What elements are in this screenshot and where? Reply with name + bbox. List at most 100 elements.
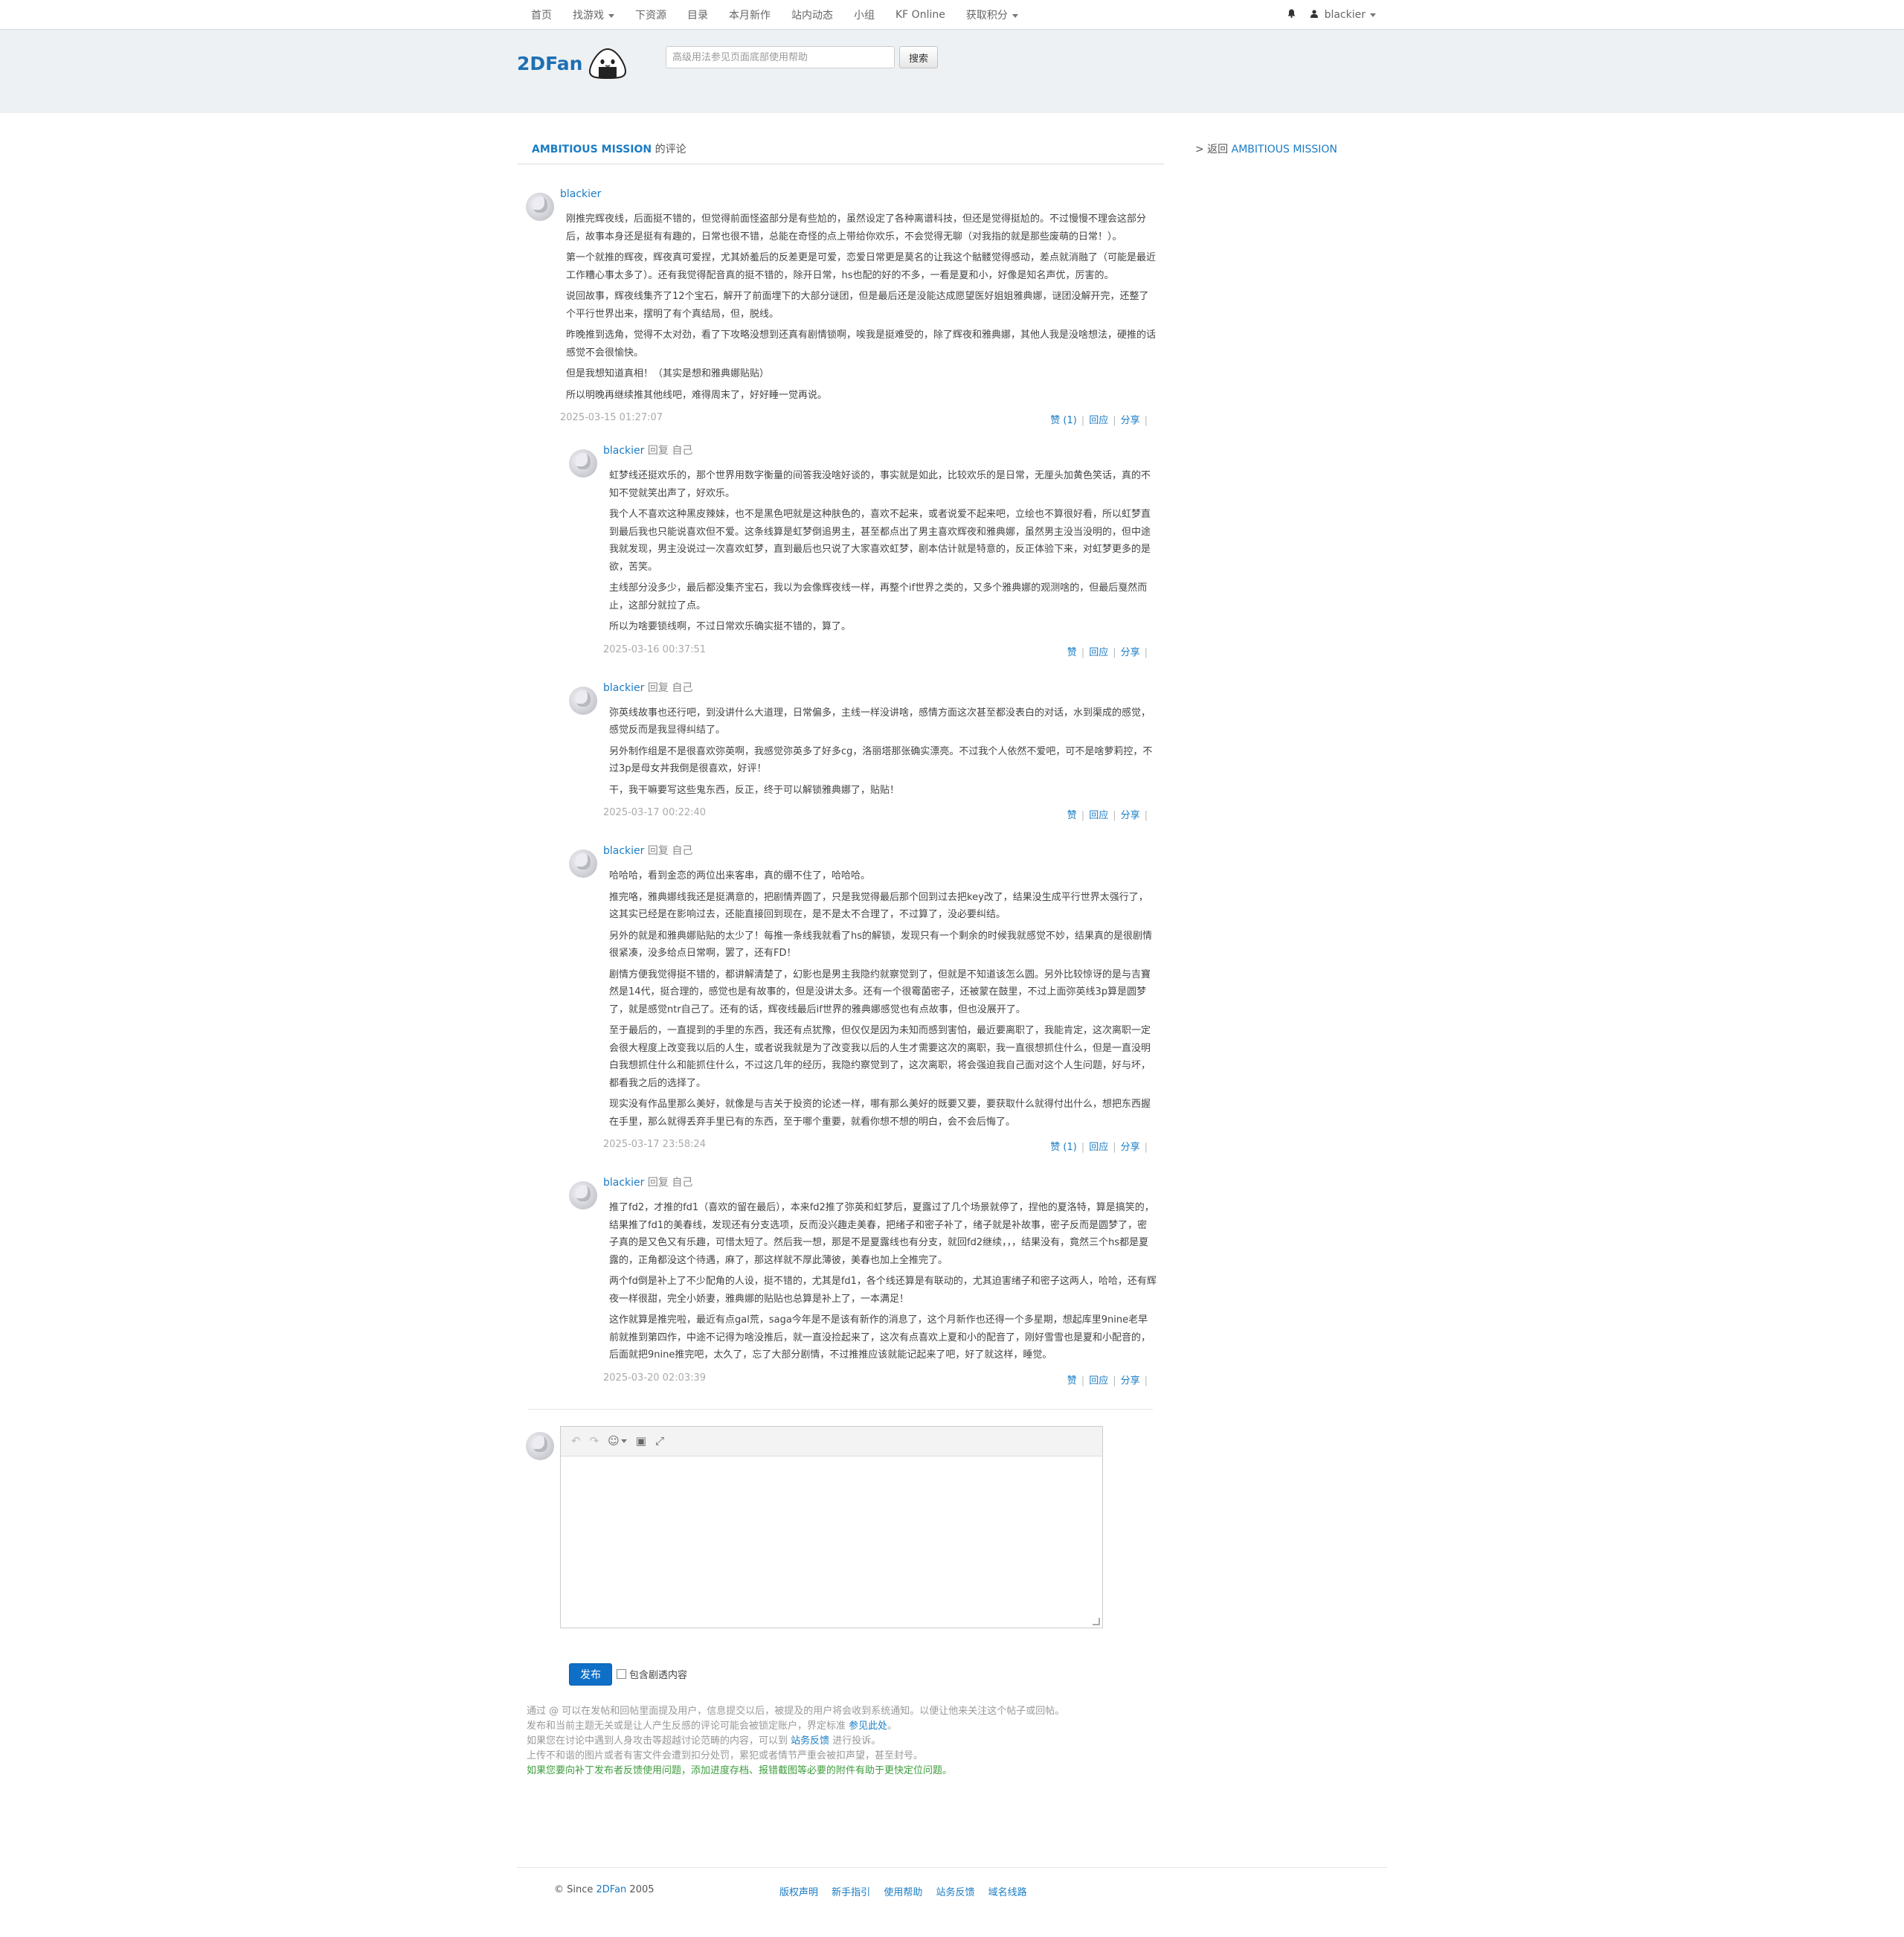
spoiler-checkbox[interactable] xyxy=(617,1669,626,1679)
comment-paragraph: 干，我干嘛要写这些鬼东西，反正，终于可以解锁雅典娜了，贴贴！ xyxy=(609,784,900,796)
nav-item-find-games[interactable]: 找游戏 xyxy=(562,7,625,22)
nav-item-label: 找游戏 xyxy=(573,10,604,22)
footer-link-feedback[interactable]: 站务反馈 xyxy=(936,1887,974,1898)
comment-paragraph: 推了fd2，才推的fd1（喜欢的留在最后），本来fd2推了弥英和虹梦后，夏露过了… xyxy=(609,1202,1154,1266)
home-link[interactable]: 2DFan xyxy=(596,1884,627,1895)
nav-item-downloads[interactable]: 下资源 xyxy=(625,7,677,22)
search-input[interactable] xyxy=(666,46,895,68)
footer-link-domains[interactable]: 域名线路 xyxy=(988,1887,1027,1898)
separator: | xyxy=(1113,810,1116,821)
rules-link[interactable]: 参见此处 xyxy=(849,1721,887,1732)
nav-item-home[interactable]: 首页 xyxy=(521,7,562,22)
search-button[interactable]: 搜索 xyxy=(899,46,939,68)
share-button[interactable]: 分享 xyxy=(1121,1142,1140,1153)
caret-down-icon xyxy=(620,1439,627,1443)
comment-time: 2025-03-17 00:22:40 xyxy=(603,807,707,818)
author-name[interactable]: blackier xyxy=(603,1177,644,1189)
comment-actions: 赞 | 回应 | 分享 | xyxy=(1067,644,1152,658)
share-button[interactable]: 分享 xyxy=(1121,647,1140,658)
like-button[interactable]: 赞 (1) xyxy=(1050,415,1077,426)
comment-paragraph: 虹梦线还挺欢乐的，那个世界用数字衡量的间答我没啥好谈的，事实就是如此，比较欢乐的… xyxy=(609,470,1151,499)
comment-editor: ↶ ↷ ☺ ▣ ⤢ xyxy=(560,1425,1103,1628)
avatar[interactable] xyxy=(569,686,597,715)
avatar[interactable] xyxy=(569,1181,597,1210)
site-logo[interactable]: 2DFan xyxy=(517,48,627,79)
nav-item-site-activity[interactable]: 站内动态 xyxy=(781,7,843,22)
footer-link-newbie-guide[interactable]: 新手指引 xyxy=(832,1887,870,1898)
avatar[interactable] xyxy=(569,449,597,478)
comment-meta: 2025-03-17 00:22:40 赞 | 回应 | 分享 | xyxy=(603,804,1164,826)
comment-time: 2025-03-16 00:37:51 xyxy=(603,643,707,655)
like-button[interactable]: 赞 xyxy=(1067,647,1077,658)
caret-down-icon xyxy=(1370,13,1376,17)
reply-button[interactable]: 回应 xyxy=(1089,1142,1108,1153)
nav-menu: 首页 找游戏 下资源 目录 本月新作 站内动态 小组 KF Online 获取积… xyxy=(521,0,1383,30)
like-button[interactable]: 赞 xyxy=(1067,1375,1077,1387)
share-button[interactable]: 分享 xyxy=(1121,415,1140,426)
reply-comment: blackier 回复 自己 推了fd2，才推的fd1（喜欢的留在最后），本来f… xyxy=(560,1175,1164,1392)
share-button[interactable]: 分享 xyxy=(1121,1375,1140,1387)
undo-icon[interactable]: ↶ xyxy=(571,1434,581,1448)
separator: | xyxy=(1081,810,1085,821)
reply-button[interactable]: 回应 xyxy=(1089,810,1108,821)
game-title-link[interactable]: AMBITIOUS MISSION xyxy=(532,144,652,155)
replies-list: blackier 回复 自己 虹梦线还挺欢乐的，那个世界用数字衡量的间答我没啥好… xyxy=(560,443,1164,1392)
editor-textarea[interactable] xyxy=(561,1456,1102,1628)
copyright-text: 2005 xyxy=(626,1884,654,1895)
comment-paragraph: 这作就算是推完啦，最近有点gal荒，saga今年是不是该有新作的消息了，这个月新… xyxy=(609,1314,1151,1361)
nav-item-groups[interactable]: 小组 xyxy=(843,7,885,22)
caret-down-icon xyxy=(1012,13,1018,18)
author-name[interactable]: blackier xyxy=(603,845,644,857)
comment-actions: 赞 (1) | 回应 | 分享 | xyxy=(1050,1139,1152,1153)
emoji-icon[interactable]: ☺ xyxy=(608,1434,627,1448)
note-text: 如果您在讨论中遇到人身攻击等超越讨论范畴的内容，可以到 xyxy=(527,1735,791,1747)
reply-to-label: 回复 自己 xyxy=(647,681,693,694)
footer-link-copyright[interactable]: 版权声明 xyxy=(779,1887,818,1898)
fullscreen-icon[interactable]: ⤢ xyxy=(655,1434,664,1448)
reply-button[interactable]: 回应 xyxy=(1089,647,1108,658)
avatar[interactable] xyxy=(526,193,554,221)
resize-handle[interactable] xyxy=(1093,1617,1100,1625)
comment-author: blackier 回复 自己 xyxy=(603,681,1164,696)
like-button[interactable]: 赞 xyxy=(1067,810,1077,821)
back-to-game-link[interactable]: AMBITIOUS MISSION xyxy=(1232,144,1337,155)
onigiri-mascot-icon xyxy=(589,48,627,79)
like-button[interactable]: 赞 (1) xyxy=(1050,1142,1077,1153)
user-menu[interactable]: blackier xyxy=(1303,9,1383,21)
footer-link-help[interactable]: 使用帮助 xyxy=(884,1887,922,1898)
feedback-link[interactable]: 站务反馈 xyxy=(791,1735,829,1747)
comment-body: 弥英线故事也还行吧，到没讲什么大道理，日常偏多，主线一样没讲啥，感情方面这次甚至… xyxy=(609,704,1164,800)
divider xyxy=(528,1408,1153,1410)
separator: | xyxy=(1144,1142,1148,1153)
comment-author: blackier 回复 自己 xyxy=(603,844,1164,858)
submit-button[interactable]: 发布 xyxy=(569,1663,612,1686)
separator: | xyxy=(1081,646,1085,658)
author-name[interactable]: blackier xyxy=(603,682,644,694)
comment-paragraph: 我个人不喜欢这种黑皮辣妹，也不是黑色吧就是这种肤色的，喜欢不起来，或者说爱不起来… xyxy=(609,509,1151,573)
redo-icon[interactable]: ↷ xyxy=(590,1434,599,1448)
reply-button[interactable]: 回应 xyxy=(1089,1375,1108,1387)
spoiler-label: 包含剧透内容 xyxy=(629,1670,688,1681)
avatar[interactable] xyxy=(569,849,597,878)
back-prefix: > 返回 xyxy=(1195,144,1232,155)
reply-button[interactable]: 回应 xyxy=(1089,415,1108,426)
separator: | xyxy=(1081,1142,1085,1153)
comment-author: blackier 回复 自己 xyxy=(603,443,1164,458)
author-name[interactable]: blackier xyxy=(603,445,644,457)
comment-author[interactable]: blackier xyxy=(560,187,1164,202)
nav-item-get-points[interactable]: 获取积分 xyxy=(956,7,1029,22)
separator: | xyxy=(1113,415,1116,426)
nav-item-kf-online[interactable]: KF Online xyxy=(885,9,956,21)
logo-text: 2DFan xyxy=(517,52,583,74)
notifications-button[interactable] xyxy=(1280,9,1303,21)
comment-paragraph: 两个fd倒是补上了不少配角的人设，挺不错的，尤其是fd1，各个线还算是有联动的，… xyxy=(609,1276,1157,1305)
nav-user-area: blackier xyxy=(1280,0,1383,30)
comment-actions: 赞 (1) | 回应 | 分享 | xyxy=(1050,412,1152,426)
comment-paragraph: 所以为啥要锁线啊，不过日常欢乐确实挺不错的，算了。 xyxy=(609,621,852,632)
nav-item-catalog[interactable]: 目录 xyxy=(677,7,718,22)
comment-paragraph: 第一个就推的辉夜，辉夜真可爱捏，尤其娇羞后的反差更是可爱，恋爱日常更是莫名的让我… xyxy=(566,252,1157,281)
separator: | xyxy=(1113,1142,1116,1153)
nav-item-new-this-month[interactable]: 本月新作 xyxy=(718,7,781,22)
share-button[interactable]: 分享 xyxy=(1121,810,1140,821)
image-icon[interactable]: ▣ xyxy=(636,1434,646,1448)
